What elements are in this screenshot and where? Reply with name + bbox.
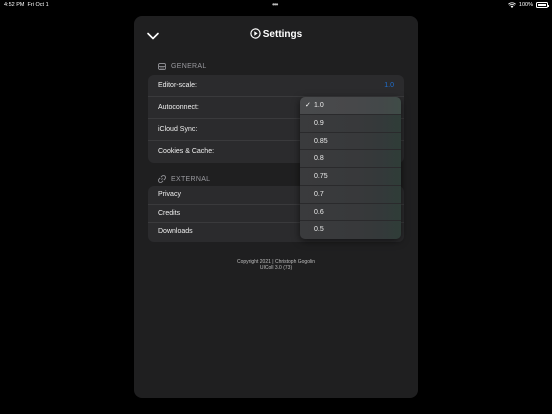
- row-editor-scale[interactable]: Editor-scale: 1.0: [148, 75, 404, 97]
- section-header-general: GENERAL: [158, 63, 207, 70]
- checkmark-icon: ✓: [305, 102, 311, 109]
- page-title: Settings: [0, 28, 552, 40]
- app-logo-icon: [250, 28, 261, 39]
- multitask-dots-icon[interactable]: •••: [272, 0, 278, 9]
- menu-item-scale[interactable]: 0.75: [300, 168, 401, 186]
- status-bar: 4:52 PM Fri Oct 1 ••• 100%: [0, 0, 552, 10]
- menu-item-label: 0.7: [314, 190, 324, 198]
- menu-item-scale[interactable]: 0.5: [300, 221, 401, 239]
- menu-item-label: 0.6: [314, 208, 324, 216]
- menu-item-scale[interactable]: 0.85: [300, 133, 401, 151]
- row-downloads-label: Downloads: [158, 228, 193, 235]
- row-credits-label: Credits: [158, 209, 181, 217]
- row-autoconnect-label: Autoconnect:: [158, 104, 199, 111]
- menu-item-scale[interactable]: 0.9: [300, 115, 401, 133]
- status-time-text: 4:52 PM: [4, 2, 25, 8]
- menu-item-label: 0.9: [314, 119, 324, 127]
- wifi-icon: [508, 2, 516, 8]
- menu-item-scale[interactable]: 0.7: [300, 186, 401, 204]
- battery-icon: [536, 2, 549, 8]
- battery-percent: 100%: [518, 2, 533, 8]
- status-date-text: Fri Oct 1: [27, 2, 49, 8]
- drive-icon: [158, 63, 166, 70]
- row-editor-scale-label: Editor-scale:: [158, 82, 197, 89]
- editor-scale-value[interactable]: 1.0: [384, 82, 394, 89]
- section-header-general-text: GENERAL: [171, 63, 207, 70]
- menu-item-scale[interactable]: 0.8: [300, 150, 401, 168]
- menu-item-label: 1.0: [314, 102, 324, 109]
- menu-item-label: 0.85: [314, 137, 328, 145]
- row-privacy-label: Privacy: [158, 191, 181, 198]
- page-title-text: Settings: [262, 29, 303, 40]
- menu-item-label: 0.5: [314, 226, 324, 234]
- menu-item-label: 0.8: [314, 155, 324, 163]
- link-icon: [158, 175, 166, 183]
- row-icloud-sync-label: iCloud Sync:: [158, 126, 198, 133]
- menu-item-scale[interactable]: 0.6: [300, 204, 401, 222]
- menu-item-label: 0.75: [314, 173, 328, 180]
- section-header-external: EXTERNAL: [158, 175, 210, 183]
- version-text: UIColl 3.0 (73): [259, 265, 293, 271]
- editor-scale-menu: ✓ 1.0 0.9 0.85 0.8 0.75 0.7 0.6 0.5: [300, 97, 401, 239]
- menu-item-scale[interactable]: ✓ 1.0: [300, 97, 401, 115]
- status-time: 4:52 PM Fri Oct 1: [4, 2, 49, 8]
- status-right: 100%: [508, 2, 549, 8]
- row-cookies-cache-label: Cookies & Cache:: [158, 148, 215, 155]
- section-header-external-text: EXTERNAL: [171, 175, 211, 183]
